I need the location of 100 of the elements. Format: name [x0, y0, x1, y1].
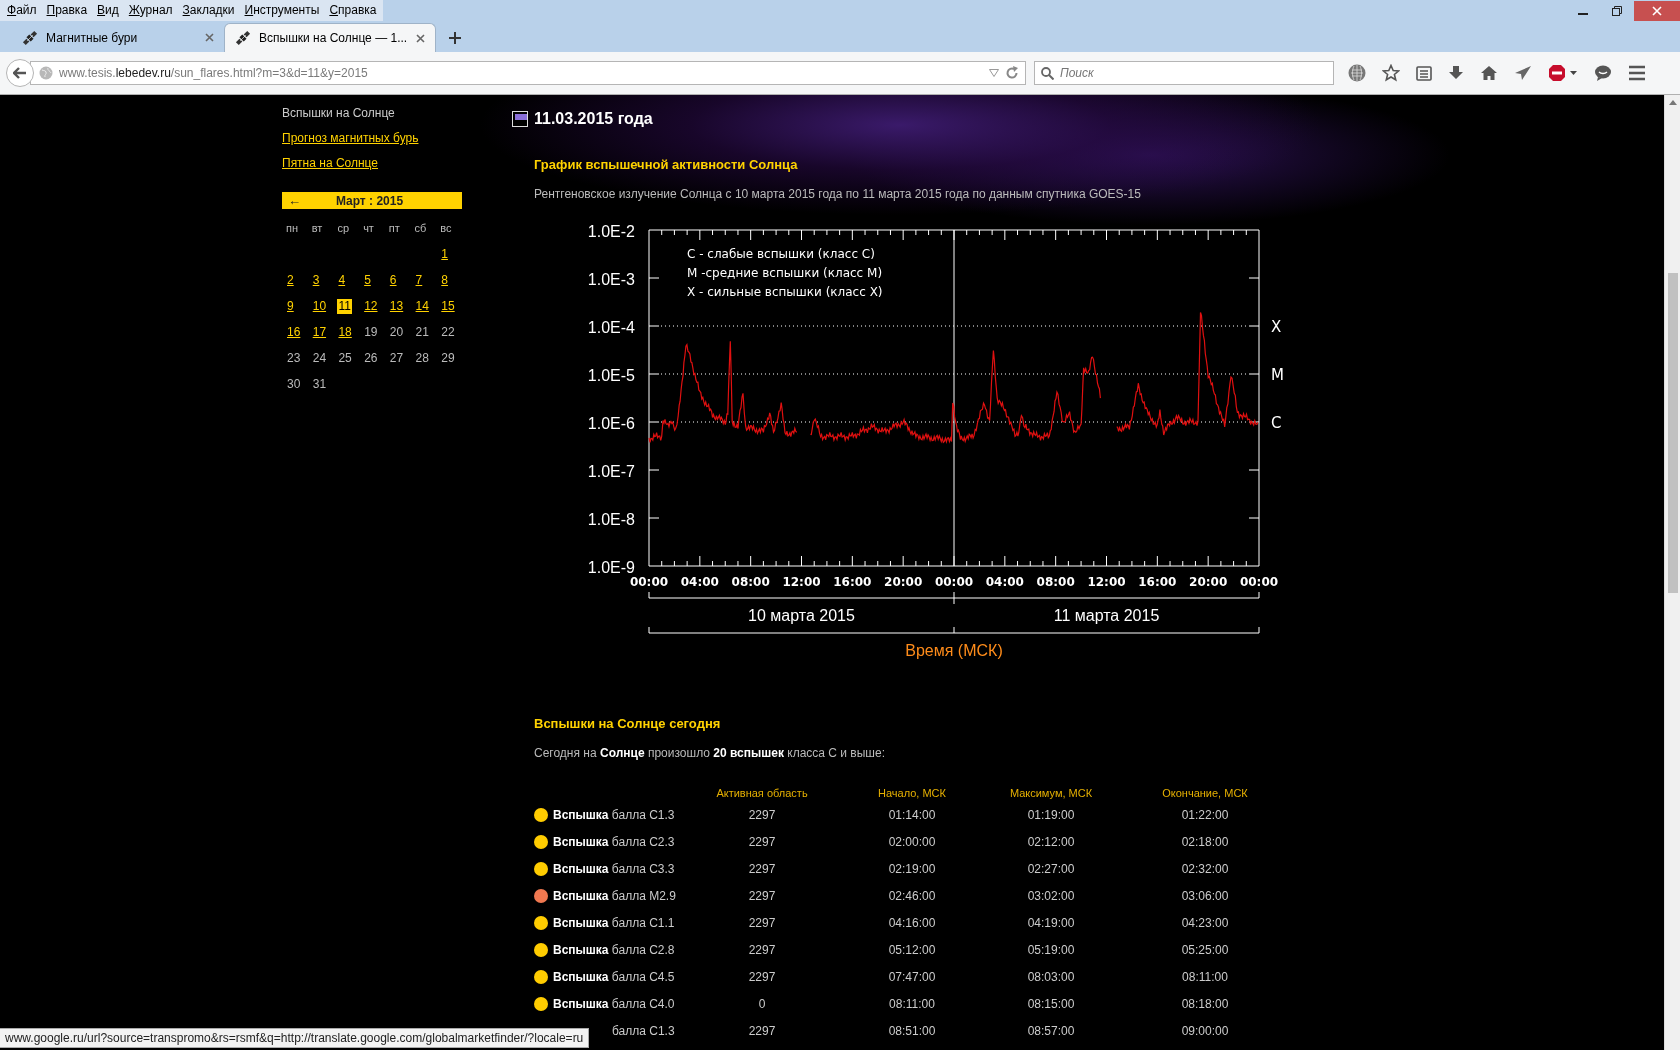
- table-cell-text: 07:47:00: [887, 969, 937, 984]
- prev-month-link[interactable]: ←: [288, 193, 301, 208]
- menu-item[interactable]: Инструменты: [239, 0, 325, 21]
- axis-label: 1.0E-8: [587, 511, 635, 528]
- plus-icon[interactable]: [449, 31, 461, 44]
- adblock-icon[interactable]: [1548, 64, 1578, 82]
- menu-item[interactable]: Справка: [324, 0, 382, 21]
- day-link[interactable]: 8: [440, 272, 449, 288]
- nav-link[interactable]: Пятна на Солнце: [282, 156, 462, 172]
- day-number: 30: [286, 376, 302, 392]
- table-cell-text: 08:11:00: [1181, 969, 1229, 984]
- day-link[interactable]: 1: [440, 246, 449, 262]
- column-header: Максимум, МСК: [1008, 787, 1094, 799]
- day-link[interactable]: 7: [414, 272, 424, 288]
- day-link[interactable]: 16: [286, 324, 302, 340]
- paper-plane-icon[interactable]: [1514, 65, 1532, 81]
- day-link[interactable]: 9: [286, 298, 295, 314]
- day-number: 22: [440, 324, 456, 340]
- axis-label: 08:00: [1036, 575, 1075, 589]
- axis-label: 16:00: [833, 575, 872, 589]
- scroll-up-icon[interactable]: [1668, 100, 1677, 105]
- day-number: 27: [388, 350, 405, 366]
- axis-title: Время (МСК): [905, 642, 1003, 659]
- browser-tab[interactable]: Вспышки на Солнце — 1...: [224, 23, 436, 52]
- close-icon[interactable]: [205, 33, 214, 42]
- download-icon[interactable]: [1448, 65, 1464, 81]
- globe-icon[interactable]: [1348, 64, 1366, 82]
- table-cell-text: 04:16:00: [887, 915, 937, 930]
- day-link[interactable]: 18: [337, 324, 353, 340]
- date-heading: 11.03.2015 года: [534, 110, 653, 128]
- table-cell-text: 2297: [747, 1023, 777, 1038]
- restore-icon[interactable]: [1612, 5, 1622, 16]
- menu-item[interactable]: Закладки: [177, 0, 240, 21]
- dropdown-icon[interactable]: [989, 69, 999, 77]
- day-number: 20: [388, 324, 405, 340]
- close-button[interactable]: [1634, 0, 1680, 21]
- table-cell-text: 08:03:00: [1026, 969, 1076, 984]
- section-heading: Вспышки на Солнце сегодня: [534, 715, 722, 733]
- table-cell-text: 2297: [747, 861, 777, 876]
- table-cell-text: 04:19:00: [1026, 915, 1076, 930]
- month-title: Март : 2015: [334, 193, 405, 208]
- day-number: 23: [286, 350, 302, 366]
- table-cell-text: 02:18:00: [1180, 834, 1230, 849]
- table-cell-text: 03:02:00: [1026, 888, 1076, 903]
- flare-label: Вспышка балла C4.5: [553, 969, 675, 984]
- table-cell-text: 08:15:00: [1026, 996, 1076, 1011]
- day-link[interactable]: 10: [311, 298, 328, 314]
- close-icon[interactable]: [416, 33, 425, 43]
- table-cell-text: 02:27:00: [1026, 861, 1076, 876]
- address-field[interactable]: www.tesis.lebedev.ru/sun_flares.html?m=3&d=11&y=2015: [30, 61, 1026, 85]
- close-icon: [1652, 5, 1662, 16]
- axis-label: 16:00: [1138, 575, 1177, 589]
- section-heading: График вспышечной активности Солнца: [534, 156, 799, 174]
- weekday-label: сб: [413, 222, 428, 234]
- day-number: 25: [337, 350, 353, 366]
- menu-item[interactable]: Файл: [2, 0, 42, 21]
- search-field[interactable]: Поиск: [1034, 61, 1334, 85]
- day-label: 11 марта 2015: [1053, 607, 1160, 624]
- back-button[interactable]: [6, 59, 34, 87]
- day-link[interactable]: 6: [388, 272, 398, 288]
- star-icon[interactable]: [1382, 64, 1400, 82]
- menu-icon[interactable]: [1628, 65, 1646, 81]
- menu-item[interactable]: Журнал: [123, 0, 178, 21]
- table-cell-text: 02:46:00: [887, 888, 937, 903]
- browser-tab[interactable]: Магнитные бури: [12, 23, 224, 52]
- reload-icon[interactable]: [1005, 66, 1019, 80]
- day-link[interactable]: 12: [363, 298, 379, 314]
- axis-label: 1.0E-4: [587, 319, 635, 336]
- day-link[interactable]: 17: [311, 324, 328, 340]
- chat-bubble-icon[interactable]: [1594, 65, 1612, 81]
- column-header: Начало, МСК: [877, 787, 947, 799]
- day-link[interactable]: 13: [388, 298, 405, 314]
- table-cell-text: 02:19:00: [887, 861, 937, 876]
- menu-item[interactable]: Правка: [41, 0, 93, 21]
- table-cell-text: 2297: [747, 969, 777, 984]
- table-cell-text: 08:18:00: [1180, 996, 1230, 1011]
- scrollbar-thumb[interactable]: [1667, 273, 1678, 593]
- day-link[interactable]: 5: [363, 272, 372, 288]
- nav-link[interactable]: Вспышки на Солнце: [282, 106, 462, 122]
- status-bar: www.google.ru/url?source=transpromo&rs=rsmf&q=http://translate.google.com/globalmarketfinder/?locale=ru: [0, 1028, 590, 1048]
- axis-label: 00:00: [629, 575, 669, 589]
- table-cell-text: 09:00:00: [1180, 1023, 1230, 1038]
- home-icon[interactable]: [1480, 65, 1498, 81]
- table-cell-text: 0: [757, 996, 767, 1011]
- day-link[interactable]: 3: [311, 272, 321, 288]
- day-link[interactable]: 11: [337, 298, 352, 314]
- axis-label: 00:00: [1239, 575, 1279, 589]
- table-cell-text: 01:14:00: [887, 807, 937, 822]
- day-link[interactable]: 2: [286, 272, 295, 288]
- day-link[interactable]: 15: [440, 298, 456, 314]
- table-cell-text: 05:12:00: [887, 942, 937, 957]
- day-link[interactable]: 14: [414, 298, 430, 314]
- list-icon[interactable]: [1416, 65, 1432, 81]
- weekday-label: пт: [387, 222, 401, 234]
- day-link[interactable]: 4: [337, 272, 347, 288]
- menu-item[interactable]: Вид: [92, 0, 124, 21]
- table-cell-text: 02:32:00: [1180, 861, 1230, 876]
- nav-link[interactable]: Прогноз магнитных бурь: [282, 131, 462, 147]
- table-cell-text: 01:19:00: [1026, 807, 1076, 822]
- axis-label: 04:00: [985, 575, 1024, 589]
